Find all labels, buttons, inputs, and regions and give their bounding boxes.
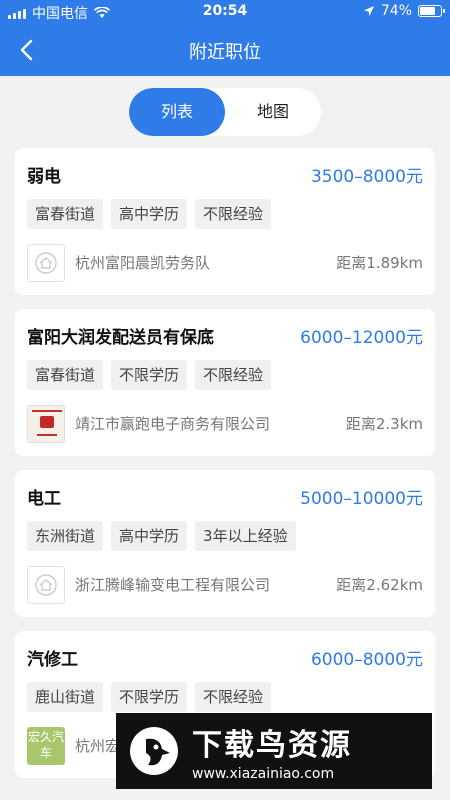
job-card[interactable]: 富阳大润发配送员有保底 6000–12000元 富春街道 不限学历 不限经验 靖…: [15, 309, 435, 456]
placeholder-logo-icon: [27, 244, 65, 282]
job-salary: 6000–8000元: [310, 650, 423, 670]
location-tag: 东洲街道: [27, 521, 104, 551]
location-tag: 鹿山街道: [27, 682, 104, 712]
green-company-logo: 宏久汽车: [27, 727, 65, 765]
job-tags: 鹿山街道 不限学历 不限经验: [27, 682, 272, 712]
experience-tag: 3年以上经验: [195, 521, 296, 551]
battery-icon: [418, 5, 445, 17]
job-title: 汽修工: [27, 650, 78, 670]
job-title: 富阳大润发配送员有保底: [27, 328, 214, 348]
location-tag: 富春街道: [27, 360, 104, 390]
job-tags: 富春街道 高中学历 不限经验: [27, 199, 272, 229]
logo-text: 宏久汽车: [27, 727, 65, 765]
location-tag: 富春街道: [27, 199, 104, 229]
experience-tag: 不限经验: [195, 199, 272, 229]
company-name: 浙江腾峰输变电工程有限公司: [75, 576, 271, 594]
status-bar: 中国电信 20:54 74%: [0, 0, 450, 24]
company-name: 杭州宏: [75, 737, 121, 755]
battery-level: [420, 7, 435, 15]
job-title: 弱电: [27, 167, 61, 187]
education-tag: 不限学历: [111, 682, 188, 712]
watermark-title: 下载鸟资源: [192, 728, 352, 763]
nav-bar: 附近职位: [0, 24, 450, 76]
company-name: 杭州富阳晨凯劳务队: [75, 254, 211, 272]
status-right: 74%: [363, 3, 445, 19]
view-toggle: 列表 地图: [129, 88, 321, 136]
company-name: 靖江市赢跑电子商务有限公司: [75, 415, 271, 433]
job-salary: 3500–8000元: [310, 167, 423, 187]
job-distance: 距离2.62km: [336, 576, 423, 594]
education-tag: 高中学历: [111, 199, 188, 229]
location-arrow-icon: [363, 6, 374, 16]
experience-tag: 不限经验: [195, 682, 272, 712]
placeholder-logo-icon: [27, 566, 65, 604]
tab-list[interactable]: 列表: [129, 88, 225, 136]
job-distance: 距离1.89km: [336, 254, 423, 272]
page-title: 附近职位: [189, 42, 261, 63]
company-photo-logo: [27, 405, 65, 443]
job-salary: 6000–12000元: [300, 328, 423, 348]
watermark-banner: 下载鸟资源 www.xiazainiao.com: [116, 713, 432, 789]
watermark-url: www.xiazainiao.com: [192, 766, 335, 782]
job-salary: 5000–10000元: [300, 489, 423, 509]
job-tags: 东洲街道 高中学历 3年以上经验: [27, 521, 296, 551]
experience-tag: 不限经验: [195, 360, 272, 390]
job-distance: 距离2.3km: [345, 415, 423, 433]
tab-map[interactable]: 地图: [225, 88, 321, 136]
job-title: 电工: [27, 489, 61, 509]
education-tag: 不限学历: [111, 360, 188, 390]
education-tag: 高中学历: [111, 521, 188, 551]
battery-percent: 74%: [380, 3, 412, 19]
watermark-text: 下载鸟资源 www.xiazainiao.com: [192, 720, 352, 782]
job-card[interactable]: 弱电 3500–8000元 富春街道 高中学历 不限经验 杭州富阳晨凯劳务队 距…: [15, 148, 435, 295]
bird-logo-icon: [130, 727, 178, 775]
job-tags: 富春街道 不限学历 不限经验: [27, 360, 272, 390]
job-card[interactable]: 电工 5000–10000元 东洲街道 高中学历 3年以上经验 浙江腾峰输变电工…: [15, 470, 435, 617]
